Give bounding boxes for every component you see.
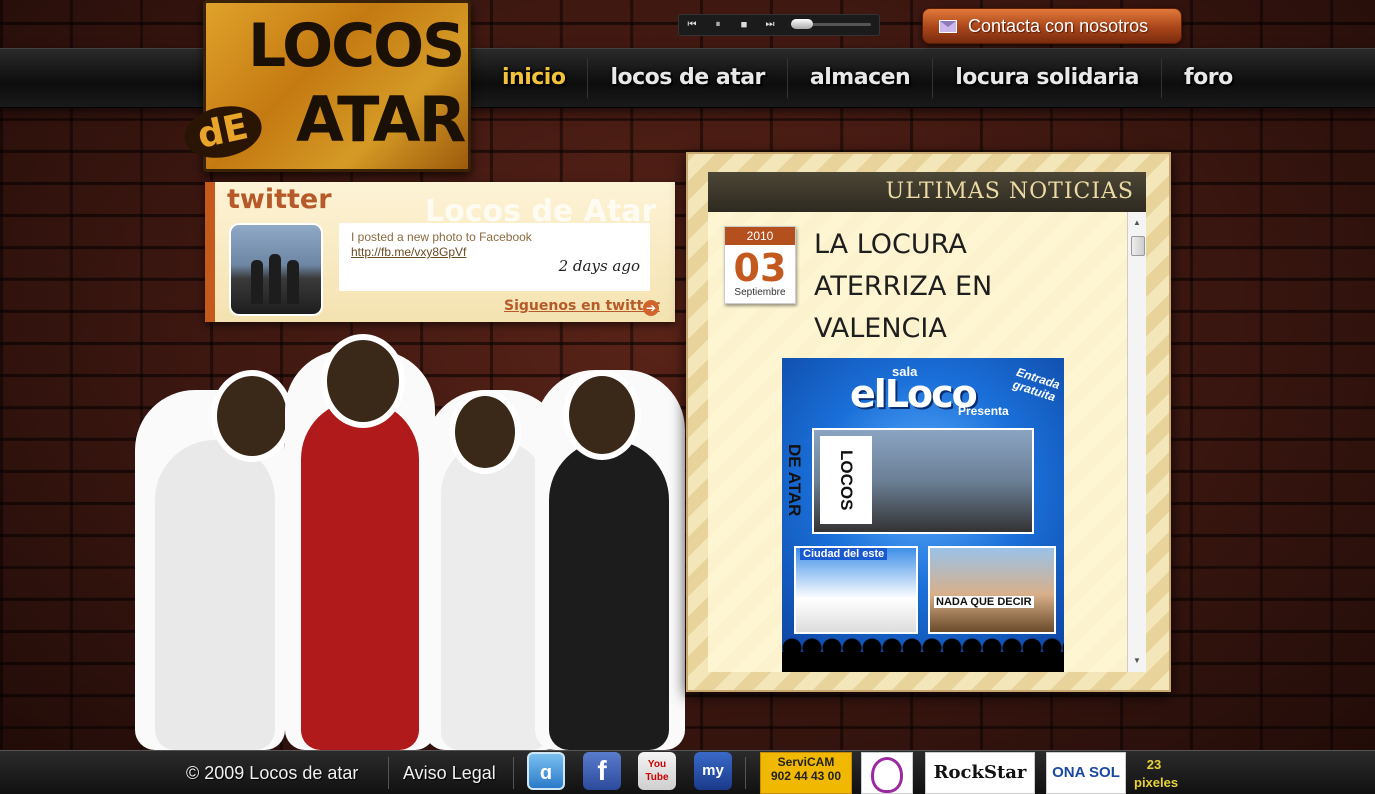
nav-item-locura-solidaria[interactable]: locura solidaria <box>933 58 1163 98</box>
tuenti-icon[interactable]: ɑ <box>527 752 565 790</box>
onasol-logo[interactable]: ONA SOL <box>1046 752 1126 794</box>
footer-divider <box>388 757 389 789</box>
news-poster-image[interactable]: sala elLoco Presenta Entrada gratuita LO… <box>782 358 1064 672</box>
rockstar-logo[interactable]: RockStar <box>925 752 1035 794</box>
band-photo <box>125 330 685 750</box>
prev-track-icon[interactable]: ⏮ <box>685 18 699 32</box>
poster-presenta: Presenta <box>958 404 1009 418</box>
news-header: ULTIMAS NOTICIAS <box>708 172 1146 212</box>
footer-divider <box>745 757 746 789</box>
poster-free-entry: Entrada gratuita <box>1011 364 1062 405</box>
servicam-phone: 902 44 43 00 <box>770 769 842 783</box>
nav-item-locos-de-atar[interactable]: locos de atar <box>588 58 788 98</box>
copyright-text: © 2009 Locos de atar <box>186 763 359 783</box>
poster-band-label: LOCOS DE ATAR <box>785 436 872 524</box>
poster-caption-ciudad: Ciudad del este <box>800 548 888 560</box>
next-track-icon[interactable]: ⏭ <box>763 18 777 32</box>
nav-item-almacen[interactable]: almacen <box>788 58 934 98</box>
news-title[interactable]: LA LOCURA ATERRIZA EN VALENCIA <box>814 224 1074 350</box>
contact-button-label: Contacta con nosotros <box>968 16 1149 36</box>
pause-icon[interactable]: ⏸ <box>711 18 725 32</box>
poster-band-photo: LOCOS DE ATAR <box>785 428 1034 534</box>
date-day: 03 <box>733 246 787 290</box>
logo-text-locos: LOCOS <box>248 11 465 81</box>
23pixeles-logo[interactable]: 23 pixeles <box>1134 752 1178 792</box>
theatre-mask-logo[interactable] <box>861 752 913 794</box>
contact-button[interactable]: Contacta con nosotros <box>922 8 1182 44</box>
mail-icon <box>939 20 957 33</box>
logo-text-de: dE <box>179 99 267 165</box>
footer-divider <box>513 757 514 789</box>
scroll-down-icon[interactable]: ▼ <box>1132 656 1142 666</box>
news-body[interactable]: 2010 03 Septiembre LA LOCURA ATERRIZA EN… <box>708 212 1146 672</box>
poster-caption-nada: NADA QUE DECIR <box>934 596 1034 608</box>
myspace-icon[interactable]: my <box>694 752 732 790</box>
date-badge: 2010 03 Septiembre <box>724 226 796 304</box>
news-scrollbar[interactable]: ▲ ▼ <box>1127 212 1146 672</box>
scroll-up-icon[interactable]: ▲ <box>1132 218 1142 228</box>
facebook-icon[interactable]: f <box>583 752 621 790</box>
twitter-avatar <box>229 223 323 316</box>
scroll-thumb[interactable] <box>1131 236 1145 256</box>
music-player: ⏮ ⏸ ■ ⏭ <box>678 14 880 36</box>
tweet-bubble: I posted a new photo to Facebook http://… <box>339 223 650 291</box>
date-month: Septiembre <box>734 287 786 298</box>
stop-icon[interactable]: ■ <box>737 18 751 32</box>
poster-photo-ciudad: Ciudad del este <box>794 546 918 634</box>
main-nav: inicio locos de atar almacen locura soli… <box>480 58 1255 98</box>
tweet-link[interactable]: http://fb.me/vxy8GpVf <box>351 245 466 259</box>
nav-item-foro[interactable]: foro <box>1162 58 1255 98</box>
twitter-widget: twitter Locos de Atar I posted a new pho… <box>205 182 675 322</box>
legal-link[interactable]: Aviso Legal <box>403 763 496 784</box>
poster-elloco: elLoco <box>850 372 978 416</box>
servicam-logo[interactable]: ServiCAM 902 44 43 00 <box>760 752 852 794</box>
tweet-time: 2 days ago <box>558 257 640 275</box>
poster-crowd <box>782 638 1064 672</box>
nav-item-inicio[interactable]: inicio <box>480 58 589 98</box>
tweet-text: I posted a new photo to Facebook <box>351 230 532 244</box>
poster-photo-nada: NADA QUE DECIR <box>928 546 1056 634</box>
site-logo[interactable]: LOCOS ATAR dE <box>179 0 471 172</box>
logo-text-atar: ATAR <box>296 83 466 156</box>
twitter-title: twitter <box>227 184 332 215</box>
follow-twitter-link[interactable]: Siguenos en twitter <box>504 298 660 314</box>
arrow-right-icon[interactable]: ➔ <box>643 300 659 316</box>
date-year: 2010 <box>725 227 795 245</box>
volume-slider-handle[interactable] <box>791 19 813 29</box>
news-panel: ULTIMAS NOTICIAS 2010 03 Septiembre LA L… <box>686 152 1171 692</box>
youtube-icon[interactable]: You Tube <box>638 752 676 790</box>
servicam-name: ServiCAM <box>777 755 835 769</box>
